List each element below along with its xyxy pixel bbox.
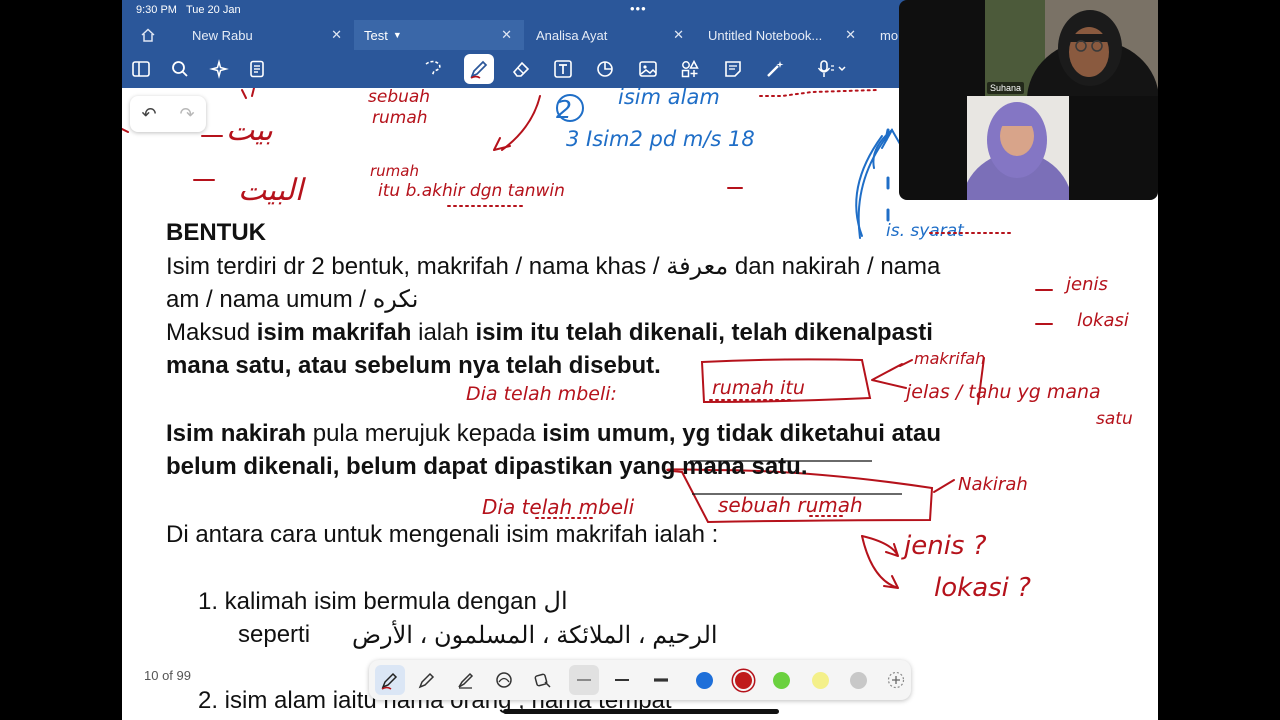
tab-analisa-ayat[interactable]: Analisa Ayat ✕	[524, 20, 696, 50]
chevron-down-icon[interactable]: ▼	[393, 30, 402, 40]
doc-paragraph-3-line-1: Isim nakirah pula merujuk kepada isim um…	[166, 417, 941, 450]
doc-bold-text: isim itu telah dikenali, telah dikenalpa…	[475, 319, 933, 346]
ink-example2-box-text: sebuah rumah	[718, 493, 863, 517]
text-icon[interactable]	[550, 56, 576, 82]
ink-example1-prefix: Dia telah mbeli:	[466, 383, 617, 405]
fountain-pen-icon[interactable]	[375, 665, 405, 695]
color-swatch-red-selected[interactable]	[735, 672, 752, 689]
doc-paragraph-2-line-1: Maksud isim makrifah ialah isim itu tela…	[166, 316, 933, 349]
color-swatch-green[interactable]	[773, 672, 790, 689]
doc-bold-text: Isim nakirah	[166, 420, 307, 447]
ink-example2-prefix: Dia telah mbeli	[482, 495, 635, 519]
doc-heading: BENTUK	[166, 219, 266, 246]
ink-example1-note: jelas / tahu yg mana	[903, 381, 1101, 403]
tape-icon[interactable]	[530, 667, 556, 693]
stickers-icon[interactable]	[677, 56, 703, 82]
participant-name-label: Suhana	[987, 82, 1025, 94]
ink-example1-note2: satu	[1096, 409, 1133, 429]
ink-lokasi-question: lokasi ?	[934, 573, 1031, 603]
shapes-icon[interactable]	[592, 56, 618, 82]
doc-paragraph-4: Di antara cara untuk mengenali isim makr…	[166, 521, 719, 548]
doc-bold-text: isim umum, yg tidak diketahui atau	[542, 420, 941, 447]
ink-nakirah-note: Nakirah	[958, 474, 1028, 495]
medium-stroke-option[interactable]	[609, 667, 635, 693]
undo-icon[interactable]: ↶	[141, 104, 156, 125]
doc-text: ialah	[411, 319, 476, 346]
redo-icon[interactable]: ↷	[179, 104, 194, 125]
doc-paragraph-3-line-2: belum dikenali, belum dapat dipastikan y…	[166, 453, 808, 480]
brush-pen-icon[interactable]	[453, 667, 479, 693]
ink-jenis: jenis	[1063, 274, 1108, 295]
microphone-icon[interactable]	[812, 56, 852, 82]
color-swatch-blue[interactable]	[696, 672, 713, 689]
shape-tool-icon[interactable]	[491, 667, 517, 693]
tab-new-rabu[interactable]: New Rabu ✕	[180, 20, 354, 50]
ink-note-rumah: rumah	[372, 108, 428, 128]
tab-label: Analisa Ayat	[536, 27, 608, 43]
add-color-icon[interactable]	[883, 667, 909, 693]
tab-label: Untitled Notebook...	[708, 27, 823, 43]
doc-paragraph-1-line-1: Isim terdiri dr 2 bentuk, makrifah / nam…	[166, 253, 941, 280]
ink-circled-number: 2	[556, 95, 572, 124]
tab-label: mo	[880, 27, 899, 43]
image-icon[interactable]	[635, 56, 661, 82]
page-counter: 10 of 99	[144, 668, 191, 683]
doc-list-item-1: 1. kalimah isim bermula dengan ال	[198, 588, 568, 615]
tab-label: Test	[364, 27, 388, 43]
eraser-icon[interactable]	[508, 56, 534, 82]
multitask-dots-icon[interactable]: •••	[630, 1, 647, 16]
ink-note-rumah-2: rumah	[370, 162, 419, 180]
laser-icon[interactable]	[762, 56, 788, 82]
home-icon[interactable]	[140, 20, 180, 50]
ballpoint-pen-icon[interactable]	[414, 667, 440, 693]
magic-icon[interactable]	[206, 56, 232, 82]
ink-arabic-bayt: بيت	[226, 113, 273, 148]
sticky-note-icon[interactable]	[720, 56, 746, 82]
sidebar-icon[interactable]	[128, 56, 154, 82]
search-icon[interactable]	[167, 56, 193, 82]
undo-redo-panel: ↶ ↷	[130, 96, 206, 132]
participant-video-suhana[interactable]: Suhana	[985, 0, 1158, 96]
lasso-icon[interactable]	[420, 56, 446, 82]
tab-test[interactable]: Test ▼ ✕	[354, 20, 524, 50]
status-time: 9:30 PM Tue 20 Jan	[136, 4, 241, 16]
ink-note-sebuah: sebuah	[368, 88, 430, 107]
thick-stroke-option[interactable]	[648, 667, 674, 693]
home-indicator[interactable]	[503, 709, 779, 714]
pen-tray	[369, 660, 911, 700]
ink-jenis-question: jenis ?	[901, 531, 987, 561]
tab-untitled-notebook[interactable]: Untitled Notebook... ✕	[696, 20, 868, 50]
doc-list-item-1-example-arabic: الرحيم ، الملائكة ، المسلمون ، الأرض	[352, 622, 718, 649]
ink-lokasi: lokasi	[1077, 310, 1129, 331]
close-icon[interactable]: ✕	[331, 27, 342, 43]
doc-text: Maksud	[166, 319, 257, 346]
close-icon[interactable]: ✕	[501, 27, 512, 43]
video-call-panel: Suhana	[899, 0, 1158, 200]
ink-example1-box-text: rumah itu	[712, 377, 805, 399]
doc-bold-text: isim makrifah	[256, 319, 412, 346]
notes-icon[interactable]	[244, 56, 270, 82]
pen-icon[interactable]	[464, 54, 494, 84]
ink-arabic-al-bayt: البيت	[238, 173, 307, 208]
ink-note-b-akhir: itu b.akhir dgn tanwin	[378, 181, 565, 201]
ink-makrifah-note: makrifah	[914, 349, 985, 368]
participant-video-self[interactable]	[967, 96, 1069, 200]
thin-stroke-option[interactable]	[569, 665, 599, 695]
ink-isim-alam: isim alam	[618, 88, 720, 109]
doc-text: pula merujuk kepada	[306, 420, 543, 447]
doc-paragraph-1-line-2: am / nama umum / نكره	[166, 286, 419, 313]
color-swatch-yellow[interactable]	[812, 672, 829, 689]
close-icon[interactable]: ✕	[845, 27, 856, 43]
tab-label: New Rabu	[192, 27, 253, 43]
doc-list-item-1-example-label: seperti	[238, 621, 311, 648]
ink-isim2-pd: 3 Isim2 pd m/s 18	[566, 127, 755, 151]
doc-paragraph-2-line-2: mana satu, atau sebelum nya telah disebu…	[166, 352, 661, 379]
close-icon[interactable]: ✕	[673, 27, 684, 43]
ink-is-syarat: is. syarat	[886, 221, 965, 241]
color-swatch-gray[interactable]	[850, 672, 867, 689]
